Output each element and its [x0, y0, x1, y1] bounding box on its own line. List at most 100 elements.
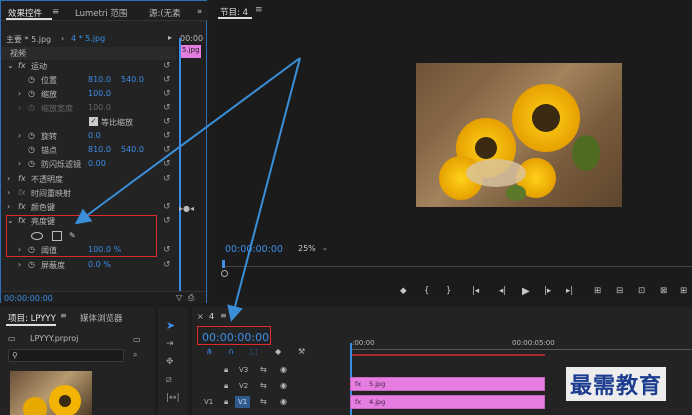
linked-icon[interactable]: ∩ — [228, 347, 234, 356]
scale-row[interactable]: › ◷ 缩放 100.0 ↺ — [1, 88, 176, 101]
track-v2-header[interactable]: 🔒︎ V2 ⇆ ◉ — [192, 379, 347, 393]
zoom-chevron-icon[interactable]: ⌄ — [322, 244, 328, 252]
source-patch[interactable]: V1 — [204, 398, 213, 406]
in-point-icon[interactable]: { — [424, 286, 429, 296]
project-file-name: LPYYY.prproj — [30, 334, 79, 343]
add-marker-icon[interactable]: ⬚ — [250, 347, 258, 356]
program-menu-icon[interactable]: ≡ — [255, 5, 263, 15]
tab-media-browser[interactable]: 媒体浏览器 — [80, 312, 123, 324]
motion-row[interactable]: ⌄ fx 运动 ↺ — [1, 60, 176, 73]
sync-icon[interactable]: ⇆ — [260, 365, 267, 374]
ripple-edit-icon[interactable]: ✥ — [166, 357, 174, 367]
panel-menu-icon[interactable]: ≡ — [52, 7, 59, 17]
arrow-icon: › — [61, 34, 65, 43]
lock-icon[interactable]: 🔒︎ — [224, 397, 228, 407]
master-clip-label[interactable]: 主要 * 5.jpg — [6, 34, 51, 45]
tools-panel: ➤ ⇥ ✥ ⧄ |↔| — [158, 307, 188, 415]
thumb-image — [23, 385, 81, 415]
marker-icon[interactable]: ◆ — [400, 286, 407, 296]
timeline-menu-icon[interactable]: ≡ — [220, 311, 227, 320]
opacity-row[interactable]: › fx 不透明度 ↺ — [1, 173, 176, 186]
snap-icon[interactable]: ⋔ — [206, 347, 213, 356]
mini-playhead[interactable] — [179, 38, 181, 294]
export-icon[interactable]: ⎙ — [188, 293, 194, 303]
export-frame-icon[interactable]: ⊡ — [638, 286, 645, 296]
sunflower-image — [416, 63, 622, 207]
extract-icon[interactable]: ⊟ — [616, 286, 623, 296]
play-icon[interactable]: ▶ — [522, 286, 530, 297]
mini-clip-chip[interactable]: 5.jpg — [181, 45, 201, 58]
out-point-icon[interactable]: } — [446, 286, 451, 296]
project-thumbnail[interactable] — [10, 371, 92, 415]
luma-key-highlight — [6, 215, 157, 257]
ruler-start: :00:00 — [352, 339, 375, 347]
keyframe-nav[interactable]: ▸●◂ — [179, 204, 194, 213]
marker-tool-icon[interactable]: ◆ — [275, 347, 281, 356]
lift-icon[interactable]: ⊞ — [594, 286, 601, 296]
wrench-icon[interactable]: ⚒ — [298, 347, 305, 356]
slip-tool-icon[interactable]: |↔| — [166, 393, 180, 403]
reset-icon: ↺ — [163, 61, 171, 71]
clip-v2[interactable]: fx 5.jpg — [350, 377, 545, 391]
fx-badge: fx — [355, 380, 362, 388]
selection-tool-icon[interactable]: ➤ — [166, 319, 175, 332]
timecode-highlight — [197, 326, 271, 345]
track-select-icon[interactable]: ⇥ — [166, 339, 174, 349]
clip-v1[interactable]: fx 4.jpg — [350, 395, 545, 409]
timeline-tab[interactable]: 4 — [209, 312, 214, 321]
program-playhead-knob[interactable] — [221, 270, 228, 277]
program-video-frame — [416, 63, 622, 207]
filter-icon[interactable]: ▽ — [176, 293, 182, 302]
rotation-row[interactable]: › ◷ 旋转 0.0 ↺ — [1, 130, 176, 143]
project-tab-underline — [6, 324, 56, 326]
reset-icon: ↺ — [163, 75, 171, 85]
track-v1-header[interactable]: V1 🔒︎ V1 ⇆ ◉ — [192, 395, 347, 411]
sync-icon[interactable]: ⇆ — [260, 381, 267, 390]
program-timecode[interactable]: 00:00:00:00 — [225, 244, 283, 255]
settings-icon[interactable]: ⊞ — [680, 286, 687, 296]
sync-icon[interactable]: ⇆ — [260, 397, 267, 406]
play-only-icon[interactable]: ▸ — [168, 33, 172, 42]
zoom-select[interactable]: 25% — [298, 244, 316, 253]
lock-icon[interactable]: 🔒︎ — [224, 381, 228, 391]
go-in-icon[interactable]: |◂ — [472, 286, 479, 296]
transport-controls: ◆ { } |◂ ◂| ▶ |▸ ▸| ⊞ ⊟ ⊡ ⊠ ⊞ — [396, 286, 692, 298]
position-row[interactable]: ◷ 位置 810.0 540.0 ↺ — [1, 74, 176, 87]
sequence-clip-label[interactable]: 4 * 5.jpg — [71, 34, 105, 43]
eye-icon[interactable]: ◉ — [280, 397, 287, 406]
color-key-row[interactable]: › fx 颜色键 ↺ — [1, 201, 176, 214]
razor-tool-icon[interactable]: ⧄ — [166, 375, 172, 385]
program-scrub-bar[interactable] — [222, 266, 692, 267]
mini-ruler-time: 00:00 — [180, 34, 204, 43]
tab-project[interactable]: 项目: LPYYY — [8, 312, 56, 324]
flicker-row[interactable]: › ◷ 防闪烁滤镜 0.00 ↺ — [1, 158, 176, 171]
v1-target[interactable]: V1 — [235, 396, 251, 408]
uniform-scale-row[interactable]: ✓ 等比缩放 ↺ — [1, 116, 176, 129]
tab-source[interactable]: 源:(无素 — [149, 7, 181, 19]
lock-icon[interactable]: 🔒︎ — [224, 365, 228, 375]
track-v3-header[interactable]: 🔒︎ V3 ⇆ ◉ — [192, 363, 347, 377]
video-header: 视频 — [1, 47, 176, 60]
compare-icon[interactable]: ⊠ — [660, 286, 667, 296]
program-playhead[interactable] — [222, 260, 225, 268]
timeline-close-icon[interactable]: × — [197, 312, 204, 321]
effects-footer-time: 00:00:00:00 — [4, 294, 53, 303]
eye-icon[interactable]: ◉ — [280, 365, 287, 374]
overflow-icon[interactable]: » — [197, 7, 202, 17]
anchor-row[interactable]: ◷ 锚点 810.0 540.0 ↺ — [1, 144, 176, 157]
project-menu-icon[interactable]: ≡ — [60, 311, 67, 320]
ruler-line[interactable] — [350, 349, 692, 350]
cutoff-row[interactable]: › ◷ 屏蔽度 0.0 % ↺ — [1, 259, 176, 272]
work-area-bar[interactable] — [350, 354, 545, 356]
new-bin-icon[interactable]: ▭ — [133, 335, 141, 344]
tab-lumetri[interactable]: Lumetri 范围 — [75, 7, 127, 19]
go-out-icon[interactable]: ▸| — [566, 286, 573, 296]
scale-width-row: › ◷ 缩放宽度 100.0 ↺ — [18, 103, 171, 113]
step-back-icon[interactable]: ◂| — [499, 286, 506, 296]
find-icon[interactable]: ⌕ — [133, 350, 137, 360]
remap-row[interactable]: › fx 时间重映射 — [1, 187, 176, 200]
mini-timeline — [178, 43, 206, 291]
step-forward-icon[interactable]: |▸ — [544, 286, 551, 296]
project-search-input[interactable]: ⚲ — [8, 349, 124, 362]
eye-icon[interactable]: ◉ — [280, 381, 287, 390]
